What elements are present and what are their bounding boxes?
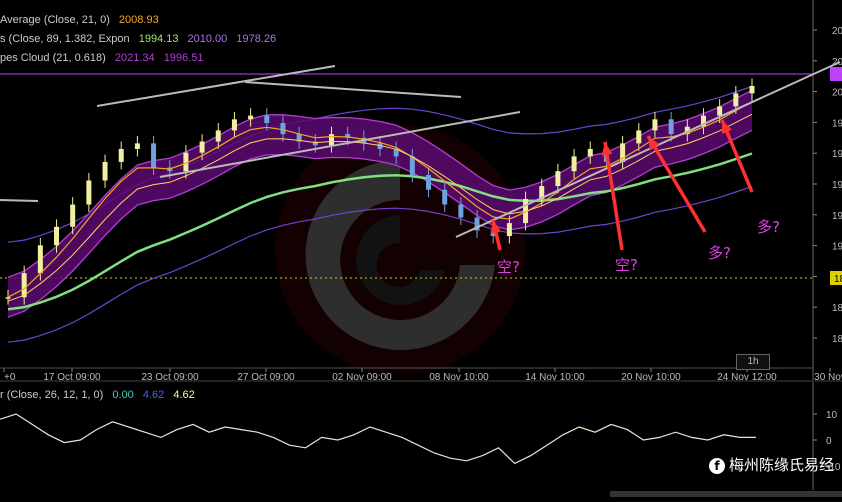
candle-body: [151, 143, 157, 168]
candle-body: [280, 123, 286, 135]
candle-body: [409, 156, 415, 175]
y-tick-label: 20: [832, 88, 842, 99]
legend-ma-value: 2008.93: [118, 14, 159, 26]
x-tick-label: 27 Oct 09:00: [237, 372, 295, 383]
candle-body: [571, 156, 577, 172]
osc-y-tick-label: 10: [826, 410, 838, 421]
timeframe-button[interactable]: 1h: [736, 354, 770, 370]
candle-body: [442, 189, 448, 205]
x-tick-label: 17 Oct 09:00: [43, 372, 101, 383]
legend-envelope-v3: 1978.26: [236, 33, 277, 45]
candle-body: [215, 130, 221, 142]
x-tick-label: 14 Nov 10:00: [525, 372, 585, 383]
annotation-label: 空?: [615, 256, 638, 274]
candle-body: [506, 223, 512, 237]
candle-body: [555, 171, 561, 187]
candle-body: [717, 106, 723, 116]
annotation-label: 多?: [708, 244, 731, 262]
candle-body: [102, 161, 108, 181]
legend-envelope-v2: 2010.00: [187, 33, 228, 45]
scrollbar[interactable]: [610, 491, 842, 497]
candle-body: [86, 180, 92, 205]
candle-body: [636, 130, 642, 144]
candle-body: [652, 119, 658, 131]
y-tick-label: 19: [832, 180, 842, 191]
y-tick-label: 19: [832, 211, 842, 222]
candle-body: [231, 119, 237, 131]
osc-y-tick-label: 0: [826, 436, 832, 447]
legend-ma-label: Average (Close, 21, 0): [0, 14, 110, 26]
candle-body: [199, 141, 205, 153]
y-marker-label: 18: [834, 274, 842, 285]
social-logo-icon: f: [708, 458, 725, 474]
legend-envelope-label: s (Close, 89, 1.382, Expon: [0, 33, 130, 45]
x-tick-label: 20 Nov 10:00: [621, 372, 681, 383]
y-tick-label: 19: [832, 242, 842, 253]
watermark-text: 梅州陈缘氏易经: [728, 456, 834, 474]
x-tick-label: 30 Nov: [814, 372, 842, 383]
candle-body: [733, 93, 739, 107]
y-tick-label: 19: [832, 118, 842, 129]
candle-body: [426, 174, 432, 190]
candle-body: [118, 148, 124, 162]
legend-line-1: Average (Close, 21, 0) 2008.93: [0, 14, 165, 26]
legend-cloud-v2: 1996.51: [163, 52, 204, 64]
candle-body: [668, 119, 674, 135]
annotation-label: 多?: [757, 218, 780, 236]
candle-body: [5, 297, 11, 299]
candle-body: [70, 204, 76, 227]
candle-body: [248, 115, 254, 120]
x-tick-label: +0: [4, 372, 16, 383]
x-tick-label: 24 Nov 12:00: [717, 372, 777, 383]
trading-chart[interactable]: 202020191919191918181818+017 Oct 09:0023…: [0, 0, 842, 497]
annotation-label: 空?: [497, 258, 520, 276]
candle-body: [54, 226, 60, 246]
x-tick-label: 02 Nov 09:00: [332, 372, 392, 383]
osc-value-3: 4.62: [173, 389, 195, 401]
candle-body: [587, 148, 593, 157]
candle-body: [328, 134, 334, 146]
y-tick-label: 20: [832, 26, 842, 37]
osc-label: r (Close, 26, 12, 1, 0): [0, 389, 104, 401]
y-tick-label: 19: [832, 149, 842, 160]
candle-body: [749, 85, 755, 94]
legend-line-2: s (Close, 89, 1.382, Expon 1994.13 2010.…: [0, 33, 282, 45]
watermark: f 梅州陈缘氏易经: [708, 454, 834, 475]
candle-body: [264, 115, 270, 124]
legend-envelope-v1: 1994.13: [138, 33, 179, 45]
x-tick-label: 08 Nov 10:00: [429, 372, 489, 383]
legend-cloud-v1: 2021.34: [114, 52, 155, 64]
candle-body: [37, 245, 43, 274]
oscillator-legend: r (Close, 26, 12, 1, 0) 0.00 4.62 4.62: [0, 389, 201, 401]
candle-body: [134, 143, 140, 149]
x-tick-label: 23 Oct 09:00: [141, 372, 199, 383]
candle-body: [458, 204, 464, 218]
legend-line-3: pes Cloud (21, 0.618) 2021.34 1996.51: [0, 52, 209, 64]
osc-value-2: 4.62: [142, 389, 165, 401]
y-tick-label: 18: [832, 303, 842, 314]
chart-svg[interactable]: 202020191919191918181818+017 Oct 09:0023…: [0, 0, 842, 497]
osc-value-1: 0.00: [112, 389, 134, 401]
trendline: [0, 199, 39, 202]
y-tick-label: 18: [832, 334, 842, 345]
level-price-box: [830, 67, 842, 81]
legend-cloud-label: pes Cloud (21, 0.618): [0, 52, 106, 64]
